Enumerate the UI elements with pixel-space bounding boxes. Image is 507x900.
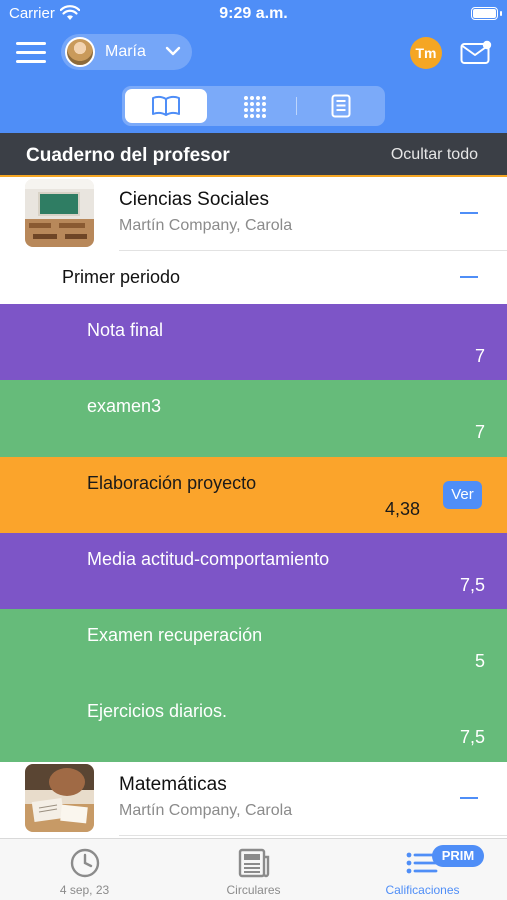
subject-name: Matemáticas (119, 774, 227, 795)
collapse-icon[interactable] (460, 212, 478, 214)
grade-value: 7 (474, 422, 485, 442)
section-header: Cuaderno del profesor Ocultar todo (0, 133, 507, 177)
tab-agenda[interactable]: 4 sep, 23 (0, 839, 169, 900)
grade-name: Elaboración proyecto (87, 473, 257, 493)
grade-value: 5 (474, 651, 485, 671)
hide-all-button[interactable]: Ocultar todo (391, 146, 478, 164)
grade-row[interactable]: examen3 7 (0, 380, 507, 457)
tab-label: Circulares (226, 883, 281, 897)
top-bar: Carrier 9:29 a.m. María Tm (0, 0, 507, 133)
battery-icon (471, 7, 498, 20)
subject-teacher: Martín Company, Carola (119, 217, 293, 234)
tab-circulares[interactable]: Circulares (169, 839, 338, 900)
view-mode-grid[interactable] (213, 89, 295, 123)
book-icon (152, 95, 180, 116)
collapse-icon[interactable] (460, 797, 478, 799)
user-selector[interactable]: María (61, 34, 192, 70)
document-icon (331, 94, 351, 118)
grade-value: 7 (474, 346, 485, 366)
tab-label: 4 sep, 23 (59, 883, 110, 897)
grade-row[interactable]: Elaboración proyecto 4,38 Ver (0, 457, 507, 533)
tab-label: Calificaciones (385, 883, 460, 897)
collapse-icon[interactable] (460, 276, 478, 278)
grade-value: 7,5 (459, 575, 485, 595)
subject-teacher: Martín Company, Carola (119, 802, 293, 819)
view-mode-book[interactable] (125, 89, 207, 123)
user-name: María (105, 43, 146, 60)
grade-row[interactable]: Ejercicios diarios. 7,5 (0, 685, 507, 762)
grid-icon (244, 96, 266, 118)
avatar (65, 37, 95, 67)
subject-thumbnail-desk (25, 764, 94, 832)
subject-thumbnail-classroom (25, 179, 94, 247)
row-divider (119, 835, 507, 836)
subject-row-ciencias-sociales[interactable]: Ciencias Sociales Martín Company, Carola (0, 177, 507, 251)
grade-row[interactable]: Nota final 7 (0, 304, 507, 380)
clock-icon (70, 848, 100, 878)
grade-name: Ejercicios diarios. (87, 701, 228, 721)
tab-bar: 4 sep, 23 Circulares Calificaciones (0, 838, 507, 900)
view-grade-button[interactable]: Ver (443, 481, 482, 509)
segment-divider (296, 97, 297, 115)
view-mode-switcher (122, 86, 385, 126)
newspaper-icon (238, 848, 270, 878)
tab-calificaciones[interactable]: Calificaciones (338, 839, 507, 900)
section-title: Cuaderno del profesor (26, 145, 230, 166)
status-time: 9:29 a.m. (219, 5, 288, 22)
grade-name: Examen recuperación (87, 625, 263, 645)
grade-name: Media actitud-comportamiento (87, 549, 330, 569)
subject-row-matematicas[interactable]: Matemáticas Martín Company, Carola (0, 762, 507, 836)
status-bar: Carrier 9:29 a.m. (0, 0, 507, 28)
menu-icon[interactable] (16, 42, 46, 64)
grade-row[interactable]: Examen recuperación 5 (0, 609, 507, 685)
grade-value: 4,38 (384, 499, 420, 519)
chevron-down-icon (165, 46, 181, 56)
grade-row[interactable]: Media actitud-comportamiento 7,5 (0, 533, 507, 609)
prim-badge: PRIM (432, 845, 484, 867)
subject-name: Ciencias Sociales (119, 189, 269, 210)
grade-name: examen3 (87, 396, 162, 416)
battery-tip (500, 11, 502, 16)
mail-icon[interactable] (460, 40, 492, 66)
view-mode-document[interactable] (300, 89, 382, 123)
grade-value: 7,5 (459, 727, 485, 747)
period-row[interactable]: Primer periodo (0, 251, 507, 304)
period-label: Primer periodo (62, 267, 181, 287)
tm-badge-icon[interactable]: Tm (410, 37, 442, 69)
grade-name: Nota final (87, 320, 164, 340)
